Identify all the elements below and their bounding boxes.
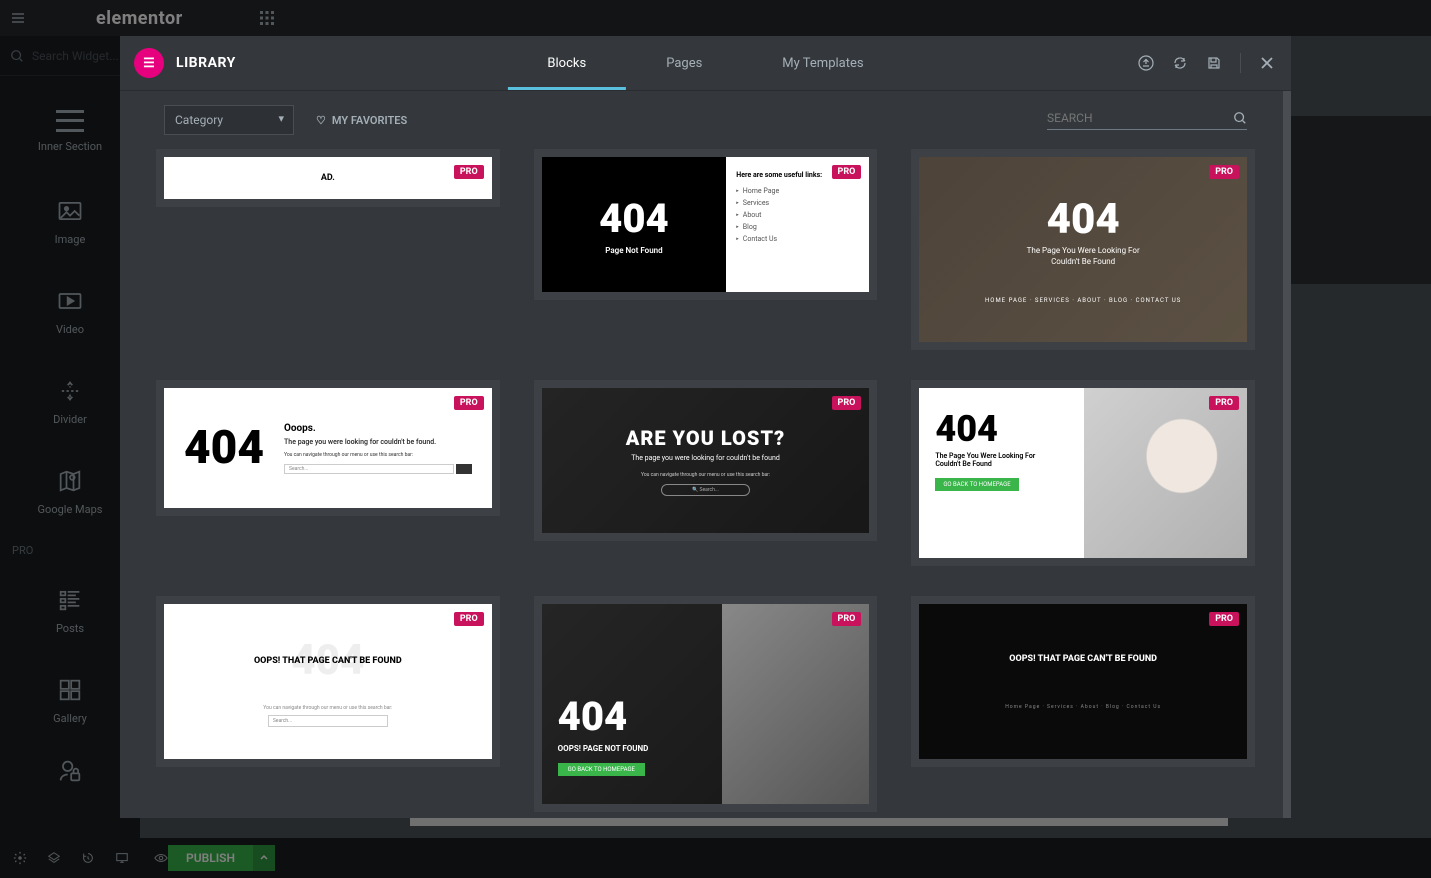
- template-card[interactable]: PRO 404 Ooops. The page you were looking…: [156, 380, 500, 516]
- search-icon: [1233, 111, 1247, 125]
- tab-blocks[interactable]: Blocks: [507, 36, 626, 90]
- pro-badge: PRO: [454, 165, 484, 179]
- tab-my-templates[interactable]: My Templates: [742, 36, 903, 90]
- close-icon[interactable]: [1259, 55, 1275, 71]
- modal-header: ☰ LIBRARY Blocks Pages My Templates: [120, 36, 1291, 91]
- sync-icon[interactable]: [1172, 55, 1188, 71]
- divider: [1240, 53, 1241, 73]
- modal-overlay: ☰ LIBRARY Blocks Pages My Templates Cate…: [0, 0, 1431, 878]
- library-tabs: Blocks Pages My Templates: [507, 36, 903, 90]
- search-input[interactable]: [1047, 111, 1233, 125]
- template-thumbnail: 404 Page Not Found Here are some useful …: [542, 157, 870, 292]
- template-card[interactable]: PRO OOPS! THAT PAGE CAN'T BE FOUND Home …: [911, 596, 1255, 767]
- my-favorites-link[interactable]: ♡ MY FAVORITES: [316, 114, 407, 127]
- template-thumbnail: 404 The Page You Were Looking For Couldn…: [919, 388, 1247, 558]
- elementor-logo-icon: ☰: [134, 48, 164, 78]
- heart-icon: ♡: [316, 114, 326, 127]
- tab-pages[interactable]: Pages: [626, 36, 742, 90]
- import-icon[interactable]: [1138, 55, 1154, 71]
- pro-badge: PRO: [454, 612, 484, 626]
- template-thumbnail: 404 The Page You Were Looking For Couldn…: [919, 157, 1247, 342]
- template-card[interactable]: PRO 404 OOPS! PAGE NOT FOUND GO BACK TO …: [534, 596, 878, 812]
- template-thumbnail: AD.: [164, 157, 492, 199]
- favorites-label: MY FAVORITES: [332, 114, 407, 127]
- pro-badge: PRO: [832, 396, 862, 410]
- pro-badge: PRO: [1209, 612, 1239, 626]
- pro-badge: PRO: [454, 396, 484, 410]
- pro-badge: PRO: [1209, 165, 1239, 179]
- template-thumbnail: 404 OOPS! THAT PAGE CAN'T BE FOUND You c…: [164, 604, 492, 759]
- pro-badge: PRO: [832, 165, 862, 179]
- template-card[interactable]: PRO 404 OOPS! THAT PAGE CAN'T BE FOUND Y…: [156, 596, 500, 767]
- modal-title: LIBRARY: [176, 55, 236, 71]
- template-card[interactable]: PRO 404 The Page You Were Looking For Co…: [911, 149, 1255, 350]
- template-thumbnail: 404 Ooops. The page you were looking for…: [164, 388, 492, 508]
- pro-badge: PRO: [1209, 396, 1239, 410]
- save-icon[interactable]: [1206, 55, 1222, 71]
- library-modal: ☰ LIBRARY Blocks Pages My Templates Cate…: [120, 36, 1291, 818]
- template-card[interactable]: PRO 404 Page Not Found Here are some use…: [534, 149, 878, 300]
- template-card[interactable]: PRO 404 The Page You Were Looking For Co…: [911, 380, 1255, 566]
- templates-grid-wrap[interactable]: PRO AD. PRO 404 Page Not Found Here: [120, 149, 1291, 818]
- library-toolbar: Category ♡ MY FAVORITES: [120, 91, 1291, 149]
- templates-grid: PRO AD. PRO 404 Page Not Found Here: [156, 149, 1255, 812]
- template-thumbnail: ARE YOU LOST? The page you were looking …: [542, 388, 870, 533]
- category-select[interactable]: Category: [164, 105, 294, 135]
- template-thumbnail: OOPS! THAT PAGE CAN'T BE FOUND Home Page…: [919, 604, 1247, 759]
- library-search[interactable]: [1047, 111, 1247, 130]
- template-thumbnail: 404 OOPS! PAGE NOT FOUND GO BACK TO HOME…: [542, 604, 870, 804]
- template-card[interactable]: PRO AD.: [156, 149, 500, 207]
- pro-badge: PRO: [832, 612, 862, 626]
- template-card[interactable]: PRO ARE YOU LOST? The page you were look…: [534, 380, 878, 541]
